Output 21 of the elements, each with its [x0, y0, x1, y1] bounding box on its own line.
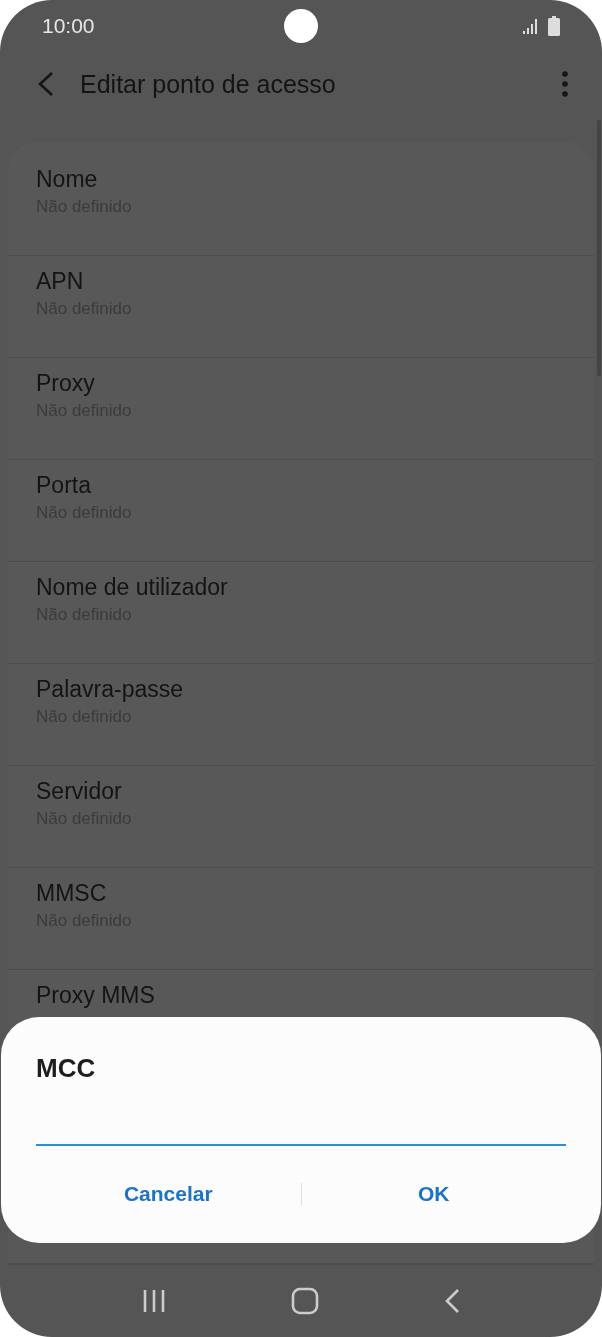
status-time: 10:00 [42, 14, 96, 38]
setting-title: Proxy [36, 370, 95, 397]
battery-icon [548, 16, 560, 36]
setting-title: Nome [36, 166, 98, 193]
cancel-button[interactable]: Cancelar [36, 1172, 301, 1216]
dialog-title: MCC [36, 1053, 96, 1084]
setting-title: Palavra-passe [36, 676, 184, 703]
more-options-icon[interactable] [562, 71, 568, 97]
setting-title: MMSC [36, 880, 107, 907]
setting-title: Servidor [36, 778, 122, 805]
ok-button[interactable]: OK [301, 1172, 566, 1216]
setting-title: Porta [36, 472, 91, 499]
camera-hole-icon [284, 9, 318, 43]
setting-title: Proxy MMS [36, 982, 155, 1009]
signal-icon [522, 17, 540, 35]
back-icon[interactable] [443, 1288, 460, 1314]
recent-apps-icon[interactable] [142, 1289, 167, 1313]
setting-title: APN [36, 268, 84, 295]
home-icon[interactable] [291, 1287, 319, 1315]
screen-title: Editar ponto de acesso [80, 69, 337, 99]
setting-title: Nome de utilizador [36, 574, 228, 601]
